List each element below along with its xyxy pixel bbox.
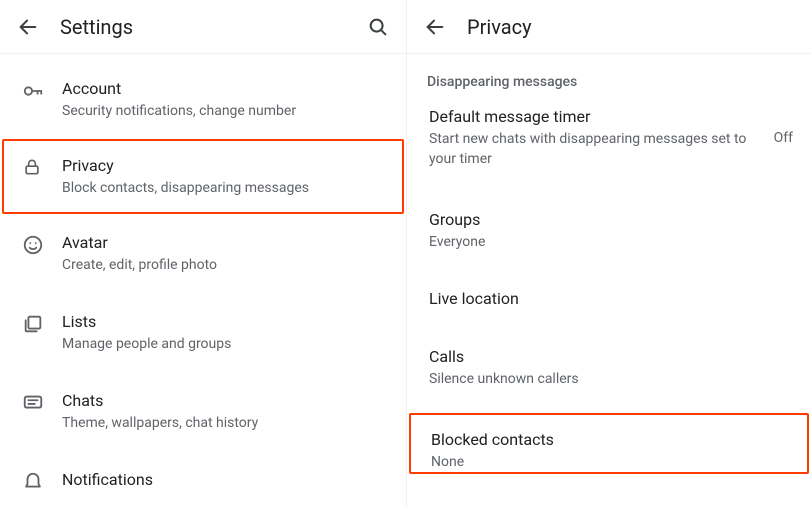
privacy-item-groups[interactable]: Groups Everyone: [407, 191, 811, 270]
arrow-back-icon: [424, 16, 446, 38]
row-sub: Manage people and groups: [62, 334, 388, 354]
settings-item-lists[interactable]: Lists Manage people and groups: [0, 293, 406, 372]
row-body: Live location: [429, 288, 793, 310]
lock-icon: [22, 155, 62, 177]
row-sub: Start new chats with disappearing messag…: [429, 129, 766, 169]
row-sub: Theme, wallpapers, chat history: [62, 413, 388, 433]
settings-item-avatar[interactable]: Avatar Create, edit, profile photo: [0, 214, 406, 293]
row-title: Blocked contacts: [431, 429, 793, 451]
row-trailing-value: Off: [774, 130, 793, 146]
notifications-icon: [22, 469, 62, 493]
row-sub: Silence unknown callers: [429, 369, 793, 389]
row-body: Default message timer Start new chats wi…: [429, 106, 766, 169]
row-sub: Everyone: [429, 232, 793, 252]
arrow-back-icon: [17, 16, 39, 38]
settings-item-privacy[interactable]: Privacy Block contacts, disappearing mes…: [2, 139, 404, 214]
section-header-disappearing: Disappearing messages: [407, 60, 811, 94]
chats-icon: [22, 390, 62, 414]
row-body: Account Security notifications, change n…: [62, 78, 388, 121]
row-title: Privacy: [62, 155, 388, 177]
row-sub: Block contacts, disappearing messages: [62, 178, 388, 198]
avatar-icon: [22, 232, 62, 256]
row-body: Notifications: [62, 469, 388, 491]
lists-icon: [22, 311, 62, 335]
privacy-pane: Privacy Disappearing messages Default me…: [406, 0, 811, 506]
settings-list: Account Security notifications, change n…: [0, 54, 406, 506]
row-body: Blocked contacts None: [431, 429, 793, 472]
row-title: Lists: [62, 311, 388, 333]
row-sub: None: [431, 452, 793, 472]
privacy-topbar: Privacy: [407, 0, 811, 54]
row-body: Privacy Block contacts, disappearing mes…: [62, 155, 388, 198]
search-icon: [367, 16, 389, 38]
settings-item-notifications[interactable]: Notifications: [0, 451, 406, 495]
settings-title: Settings: [60, 15, 364, 39]
back-button[interactable]: [421, 13, 449, 41]
settings-item-chats[interactable]: Chats Theme, wallpapers, chat history: [0, 372, 406, 451]
row-title: Chats: [62, 390, 388, 412]
privacy-item-calls[interactable]: Calls Silence unknown callers: [407, 328, 811, 407]
row-body: Calls Silence unknown callers: [429, 346, 793, 389]
row-sub: Create, edit, profile photo: [62, 255, 388, 275]
row-body: Groups Everyone: [429, 209, 793, 252]
row-title: Calls: [429, 346, 793, 368]
row-title: Live location: [429, 288, 793, 310]
search-button[interactable]: [364, 13, 392, 41]
privacy-list: Disappearing messages Default message ti…: [407, 54, 811, 506]
row-body: Avatar Create, edit, profile photo: [62, 232, 388, 275]
settings-item-account[interactable]: Account Security notifications, change n…: [0, 60, 406, 139]
row-body: Lists Manage people and groups: [62, 311, 388, 354]
row-body: Chats Theme, wallpapers, chat history: [62, 390, 388, 433]
key-icon: [22, 78, 62, 102]
settings-topbar: Settings: [0, 0, 406, 54]
row-title: Account: [62, 78, 388, 100]
privacy-item-blocked-contacts[interactable]: Blocked contacts None: [409, 413, 809, 474]
row-title: Notifications: [62, 469, 388, 491]
settings-pane: Settings Account Security notifications,…: [0, 0, 406, 506]
row-sub: Security notifications, change number: [62, 101, 388, 121]
privacy-item-live-location[interactable]: Live location: [407, 270, 811, 328]
row-title: Groups: [429, 209, 793, 231]
privacy-item-default-timer[interactable]: Default message timer Start new chats wi…: [407, 94, 811, 191]
row-title: Default message timer: [429, 106, 766, 128]
row-title: Avatar: [62, 232, 388, 254]
back-button[interactable]: [14, 13, 42, 41]
privacy-title: Privacy: [467, 15, 797, 39]
